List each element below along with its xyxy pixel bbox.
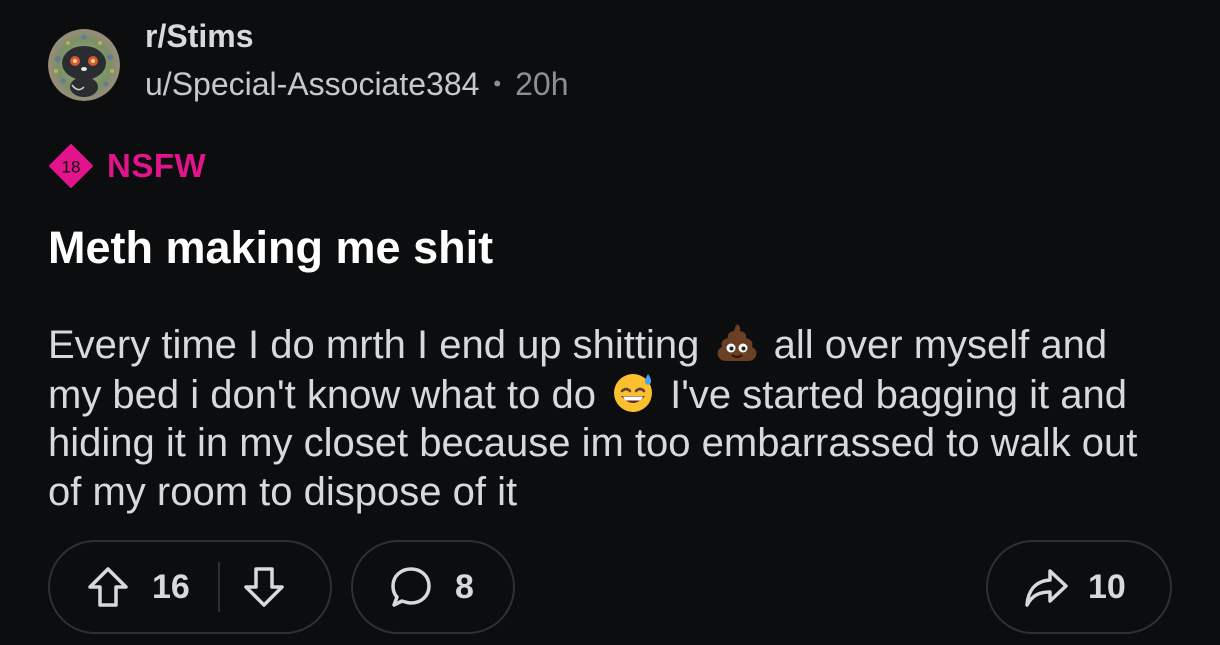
post-meta: r/Stims u/Special-Associate384 • 20h bbox=[145, 18, 569, 102]
post-actions: 16 8 10 bbox=[48, 540, 1172, 636]
poop-emoji-icon bbox=[715, 320, 759, 364]
nsfw-18-icon: 18 bbox=[49, 144, 93, 188]
upvote-count: 16 bbox=[152, 567, 190, 606]
share-button[interactable]: 10 bbox=[986, 540, 1172, 634]
post-age: 20h bbox=[515, 66, 569, 102]
grinning-sweat-emoji-icon bbox=[611, 370, 655, 414]
downvote-icon[interactable] bbox=[240, 563, 288, 611]
share-count: 10 bbox=[1088, 567, 1126, 606]
nsfw-tag: 18 NSFW bbox=[49, 144, 206, 188]
subreddit-name[interactable]: r/Stims bbox=[145, 18, 569, 54]
post-byline: u/Special-Associate384 • 20h bbox=[145, 66, 569, 102]
post-body-part: Every time I do mrth I end up shitting bbox=[48, 323, 711, 367]
post-body: Every time I do mrth I end up shitting a… bbox=[48, 320, 1168, 516]
comment-bubble-icon bbox=[387, 563, 435, 611]
nsfw-badge-number: 18 bbox=[62, 158, 81, 177]
author-name[interactable]: u/Special-Associate384 bbox=[145, 66, 479, 102]
vote-bar: 16 bbox=[48, 540, 332, 634]
comments-button[interactable]: 8 bbox=[351, 540, 515, 634]
subreddit-avatar[interactable] bbox=[48, 29, 120, 101]
comment-count: 8 bbox=[455, 567, 474, 606]
share-arrow-icon bbox=[1022, 563, 1070, 611]
nsfw-label: NSFW bbox=[107, 147, 207, 184]
post-card: r/Stims u/Special-Associate384 • 20h 18 … bbox=[0, 0, 1220, 645]
vote-divider bbox=[217, 562, 220, 612]
post-title[interactable]: Meth making me shit bbox=[48, 222, 493, 274]
meta-separator: • bbox=[493, 71, 502, 96]
upvote-icon[interactable] bbox=[84, 563, 132, 611]
post-header: r/Stims u/Special-Associate384 • 20h bbox=[48, 18, 569, 102]
